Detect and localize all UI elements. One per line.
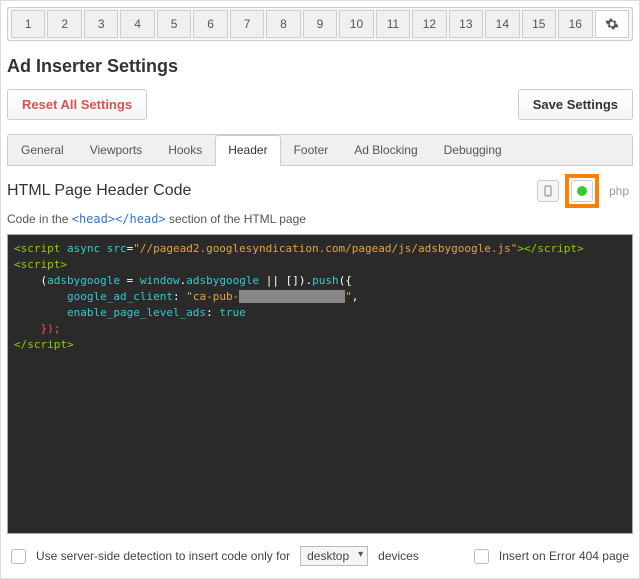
insert-404-label: Insert on Error 404 page bbox=[499, 549, 629, 563]
block-tabs: 1 2 3 4 5 6 7 8 9 10 11 12 13 14 15 16 bbox=[7, 7, 633, 41]
status-dot-icon bbox=[577, 186, 587, 196]
block-tab-13[interactable]: 13 bbox=[449, 10, 483, 38]
block-tab-11[interactable]: 11 bbox=[376, 10, 410, 38]
block-tab-12[interactable]: 12 bbox=[412, 10, 446, 38]
server-side-checkbox[interactable] bbox=[11, 549, 26, 564]
block-tab-6[interactable]: 6 bbox=[193, 10, 227, 38]
code-editor[interactable]: <script async src="//pagead2.googlesyndi… bbox=[7, 234, 633, 534]
devices-word: devices bbox=[378, 549, 419, 563]
tab-footer[interactable]: Footer bbox=[281, 135, 342, 165]
save-settings-button[interactable]: Save Settings bbox=[518, 89, 633, 120]
tab-ad-blocking[interactable]: Ad Blocking bbox=[341, 135, 430, 165]
page-title: Ad Inserter Settings bbox=[7, 56, 633, 77]
reset-all-button[interactable]: Reset All Settings bbox=[7, 89, 147, 120]
block-tab-8[interactable]: 8 bbox=[266, 10, 300, 38]
header-controls: php bbox=[537, 174, 633, 208]
block-tab-2[interactable]: 2 bbox=[47, 10, 81, 38]
phone-icon bbox=[542, 184, 554, 198]
subtitle: Code in the <head></head> section of the… bbox=[7, 212, 633, 226]
block-tab-10[interactable]: 10 bbox=[339, 10, 373, 38]
block-tab-14[interactable]: 14 bbox=[485, 10, 519, 38]
subtitle-b: section of the HTML page bbox=[166, 212, 306, 226]
block-tab-1[interactable]: 1 bbox=[11, 10, 45, 38]
insert-404-checkbox[interactable] bbox=[474, 549, 489, 564]
gear-icon bbox=[605, 17, 619, 31]
block-tab-5[interactable]: 5 bbox=[157, 10, 191, 38]
section-header: HTML Page Header Code php bbox=[7, 174, 633, 208]
action-buttons: Reset All Settings Save Settings bbox=[7, 89, 633, 120]
tab-viewports[interactable]: Viewports bbox=[77, 135, 155, 165]
enable-toggle[interactable] bbox=[571, 180, 593, 202]
tab-debugging[interactable]: Debugging bbox=[431, 135, 515, 165]
highlight-box bbox=[565, 174, 599, 208]
block-tab-3[interactable]: 3 bbox=[84, 10, 118, 38]
subtitle-a: Code in the bbox=[7, 212, 72, 226]
php-label[interactable]: php bbox=[605, 184, 633, 198]
settings-tab[interactable] bbox=[595, 10, 629, 38]
tab-general[interactable]: General bbox=[8, 135, 77, 165]
tab-header[interactable]: Header bbox=[215, 135, 280, 166]
block-tab-4[interactable]: 4 bbox=[120, 10, 154, 38]
block-tab-15[interactable]: 15 bbox=[522, 10, 556, 38]
block-tab-7[interactable]: 7 bbox=[230, 10, 264, 38]
device-detect-button[interactable] bbox=[537, 180, 559, 202]
block-tab-16[interactable]: 16 bbox=[558, 10, 592, 38]
block-tab-9[interactable]: 9 bbox=[303, 10, 337, 38]
server-side-label: Use server-side detection to insert code… bbox=[36, 549, 290, 563]
section-tabs: General Viewports Hooks Header Footer Ad… bbox=[7, 134, 633, 166]
section-title: HTML Page Header Code bbox=[7, 182, 191, 200]
settings-panel: 1 2 3 4 5 6 7 8 9 10 11 12 13 14 15 16 A… bbox=[0, 0, 640, 579]
subtitle-tag: <head></head> bbox=[72, 212, 166, 226]
tab-hooks[interactable]: Hooks bbox=[155, 135, 215, 165]
bottom-options: Use server-side detection to insert code… bbox=[7, 534, 633, 572]
device-select[interactable]: desktop bbox=[300, 546, 368, 566]
